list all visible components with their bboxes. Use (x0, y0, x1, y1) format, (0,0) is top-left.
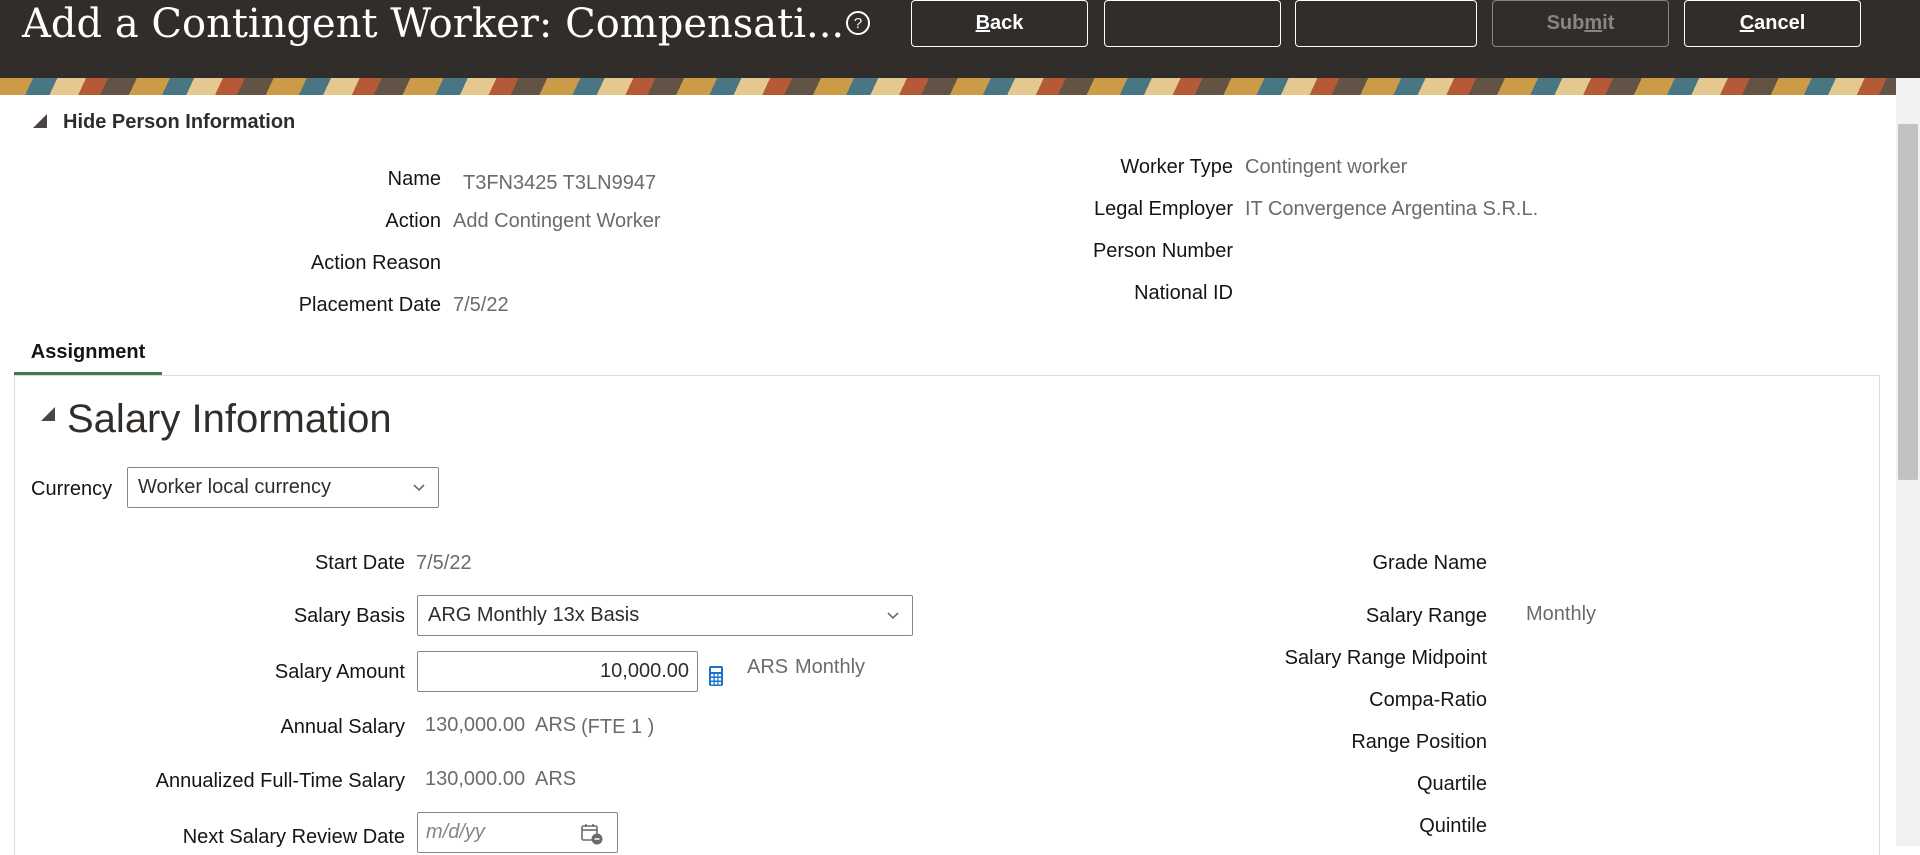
salary-range-label: Salary Range (1365, 605, 1487, 627)
help-icon[interactable]: ? (845, 10, 871, 36)
salary-range-midpoint-label: Salary Range Midpoint (1284, 647, 1487, 669)
annualized-full-time-salary-label: Annualized Full-Time Salary (155, 770, 405, 792)
quintile-label: Quintile (1419, 815, 1487, 837)
toolbar-button-blank-1[interactable] (1104, 0, 1281, 47)
calculator-icon[interactable] (708, 665, 724, 687)
back-label-mnemonic: B (975, 12, 991, 34)
cancel-label-mnemonic: C (1739, 12, 1755, 34)
salary-basis-select-value: ARG Monthly 13x Basis (428, 604, 640, 626)
currency-select[interactable]: Worker local currency (127, 467, 439, 508)
salary-amount-frequency: Monthly (795, 656, 866, 678)
cancel-button[interactable]: Cancel (1684, 0, 1861, 47)
disclosure-triangle-icon[interactable] (41, 407, 55, 421)
range-position-label: Range Position (1351, 731, 1487, 753)
back-label-post: ack (990, 12, 1024, 34)
grade-name-label: Grade Name (1372, 552, 1488, 574)
currency-label: Currency (31, 478, 113, 500)
submit-button[interactable]: Sub m it (1492, 0, 1669, 47)
svg-text:?: ? (854, 15, 862, 32)
toolbar-button-blank-2[interactable] (1295, 0, 1477, 47)
scrollbar-thumb[interactable] (1898, 124, 1918, 480)
tab-assignment[interactable]: Assignment (14, 333, 162, 375)
salary-basis-label: Salary Basis (293, 605, 405, 627)
start-date-label: Start Date (314, 552, 405, 574)
decorative-banner (0, 78, 1920, 95)
placement-date-value: 7/5/22 (453, 294, 509, 316)
annualized-full-time-salary-currency: ARS (535, 768, 577, 790)
chevron-down-icon (887, 612, 899, 620)
action-value: Add Contingent Worker (453, 210, 661, 232)
submit-label-pre: Sub (1546, 12, 1585, 34)
name-value: T3FN3425 T3LN9947 (463, 172, 657, 194)
national-id-label: National ID (1134, 282, 1233, 304)
action-label: Action (385, 210, 441, 232)
salary-amount-label: Salary Amount (274, 661, 405, 683)
annual-salary-label: Annual Salary (280, 716, 405, 738)
name-label: Name (387, 168, 441, 190)
legal-employer-label: Legal Employer (1094, 198, 1233, 220)
annualized-full-time-salary-value: 130,000.00 (425, 768, 526, 790)
submit-label-post: it (1602, 12, 1615, 34)
placement-date-label: Placement Date (298, 294, 441, 316)
cancel-label-post: ancel (1754, 12, 1806, 34)
calendar-icon[interactable] (580, 822, 604, 846)
disclosure-triangle-icon[interactable] (33, 114, 47, 128)
compa-ratio-label: Compa-Ratio (1369, 689, 1487, 711)
annual-salary-currency: ARS (535, 714, 577, 736)
worker-type-label: Worker Type (1120, 156, 1233, 178)
page-title: Add a Contingent Worker: Compensati... (22, 1, 845, 47)
annual-salary-value: 130,000.00 (425, 714, 526, 736)
salary-range-value: Monthly (1526, 603, 1597, 625)
salary-basis-select[interactable]: ARG Monthly 13x Basis (417, 595, 913, 636)
submit-label-mnemonic: m (1584, 12, 1603, 34)
chevron-down-icon (413, 484, 425, 492)
legal-employer-value: IT Convergence Argentina S.R.L. (1245, 198, 1539, 220)
action-reason-label: Action Reason (310, 252, 441, 274)
hide-person-information-link[interactable]: Hide Person Information (63, 111, 295, 134)
worker-type-value: Contingent worker (1245, 156, 1408, 178)
section-title-salary-information: Salary Information (67, 397, 392, 441)
salary-amount-currency: ARS (747, 656, 789, 678)
currency-select-value: Worker local currency (138, 476, 332, 498)
person-number-label: Person Number (1092, 240, 1233, 262)
annual-salary-fte: (FTE 1 ) (581, 716, 655, 738)
salary-amount-input[interactable]: 10,000.00 (417, 651, 698, 692)
back-button[interactable]: Back (911, 0, 1088, 47)
quartile-label: Quartile (1416, 773, 1487, 795)
start-date-value: 7/5/22 (416, 552, 472, 574)
